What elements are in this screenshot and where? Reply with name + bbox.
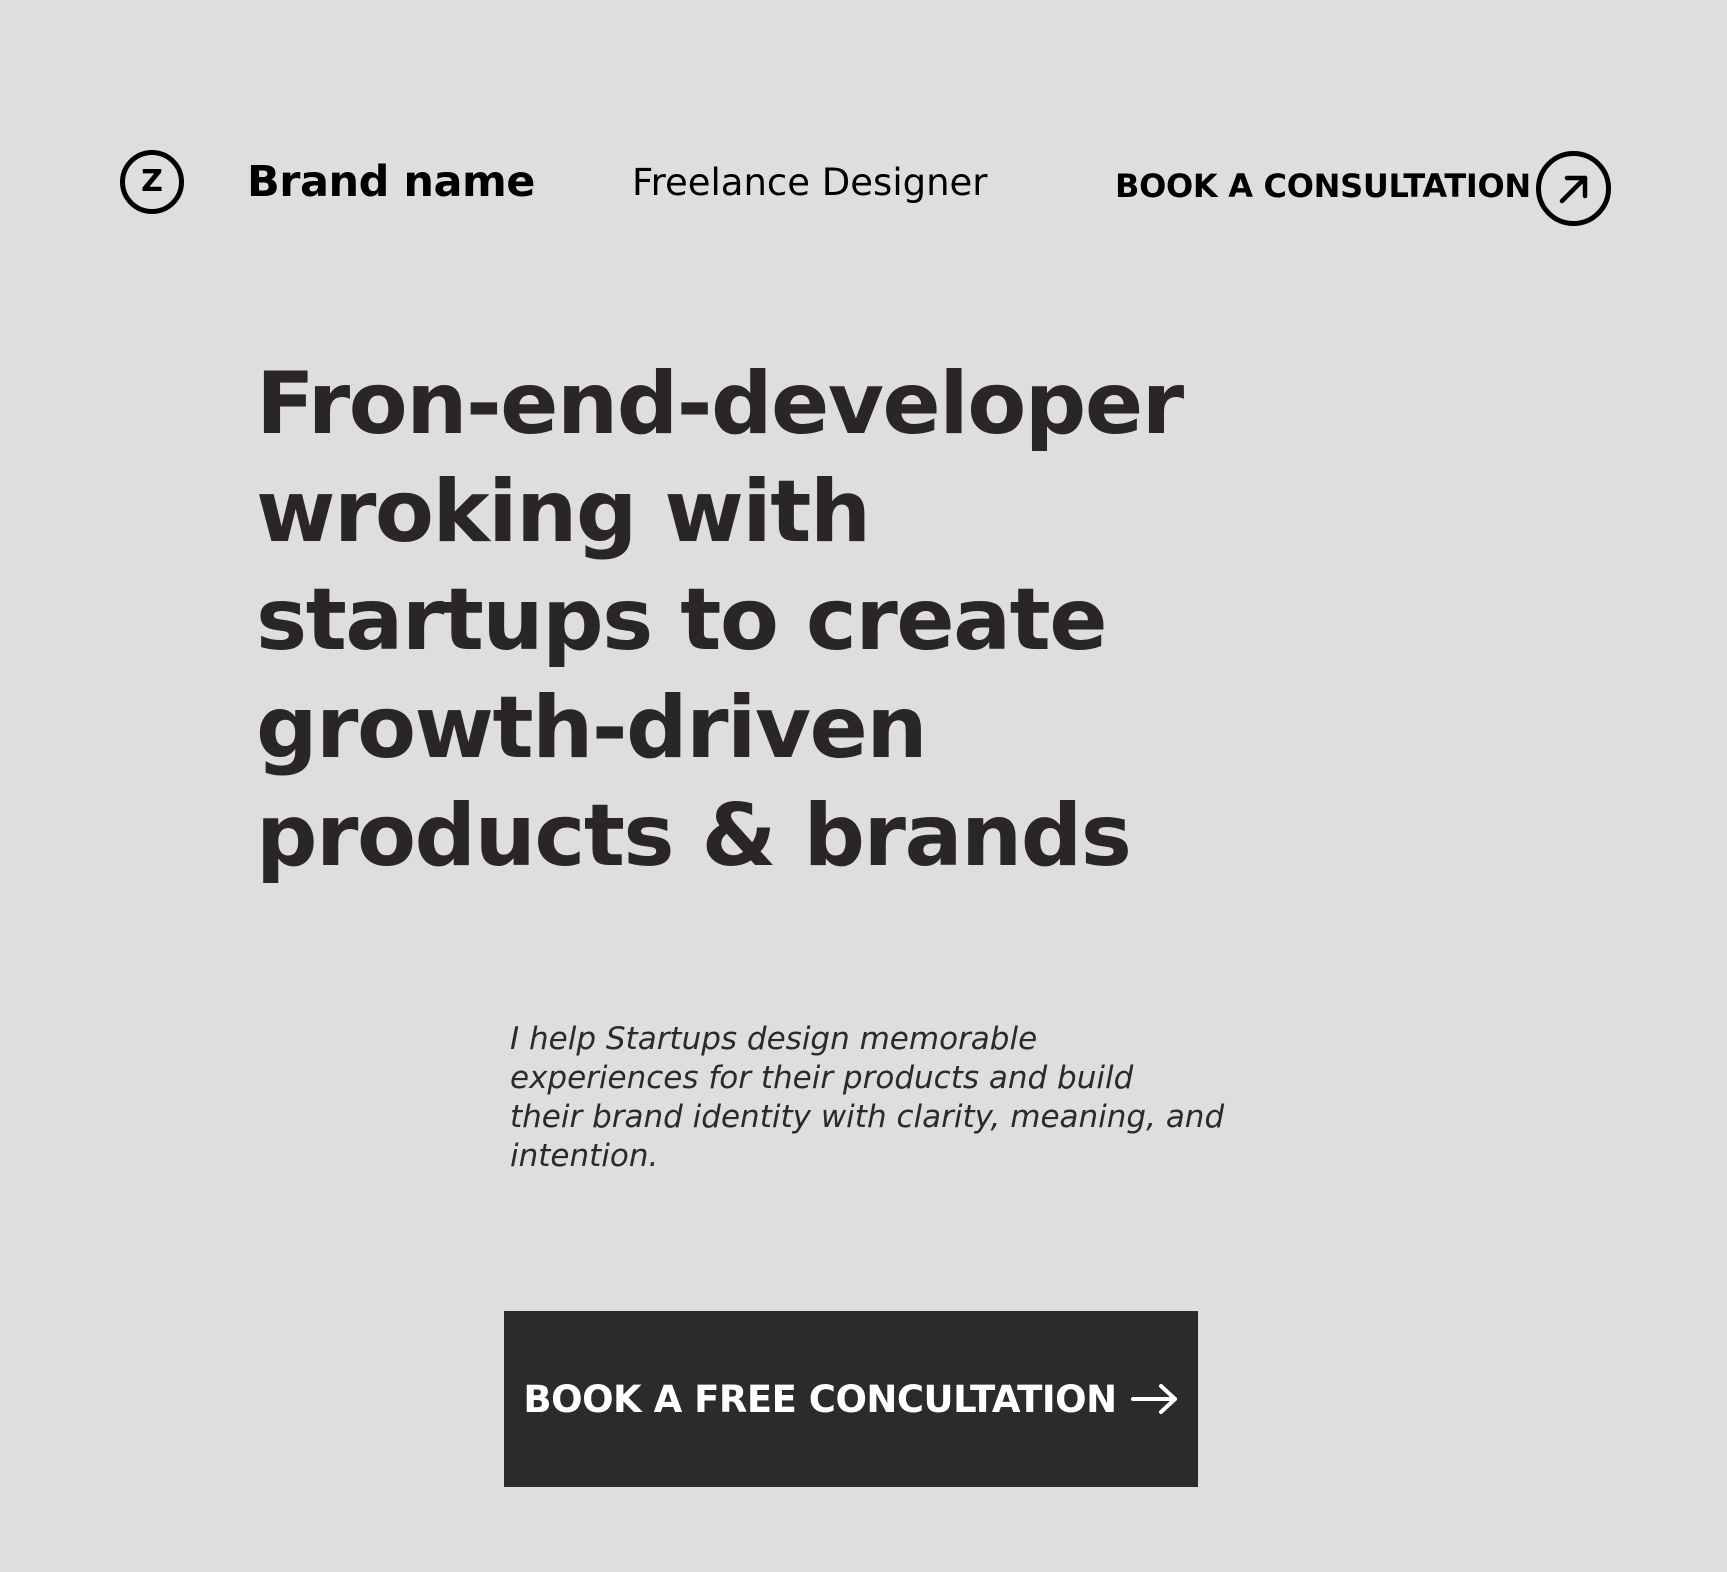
logo[interactable]: Z	[120, 150, 184, 214]
intro-line: experiences for their products and build	[510, 1060, 1134, 1096]
logo-letter: Z	[141, 164, 163, 199]
book-consultation-link[interactable]: BOOK A CONSULTATION	[1115, 162, 1531, 210]
cta-label: BOOK A FREE CONCULTATION	[523, 1377, 1117, 1421]
headline-line: growth-driven	[256, 678, 928, 778]
brand-name[interactable]: Brand name	[247, 152, 535, 212]
book-consultation-arrow-button[interactable]	[1536, 151, 1611, 226]
book-free-consultation-button[interactable]: BOOK A FREE CONCULTATION	[504, 1311, 1198, 1487]
intro-line: I help Startups design memorable	[510, 1021, 1038, 1057]
arrow-up-right-icon	[1559, 175, 1587, 203]
intro-line: their brand identity with clarity, meani…	[510, 1099, 1225, 1135]
hero-headline: Fron-end-developer wroking with startups…	[256, 350, 1184, 890]
headline-line: startups to create	[256, 570, 1108, 670]
hero-intro: I help Startups design memorable experie…	[510, 1020, 1225, 1176]
role-label: Freelance Designer	[632, 161, 988, 204]
intro-line: intention.	[510, 1138, 659, 1174]
headline-line: Fron-end-developer	[256, 354, 1184, 454]
arrow-right-icon	[1130, 1384, 1177, 1414]
headline-line: products & brands	[256, 786, 1132, 886]
headline-line: wroking with	[256, 462, 871, 562]
